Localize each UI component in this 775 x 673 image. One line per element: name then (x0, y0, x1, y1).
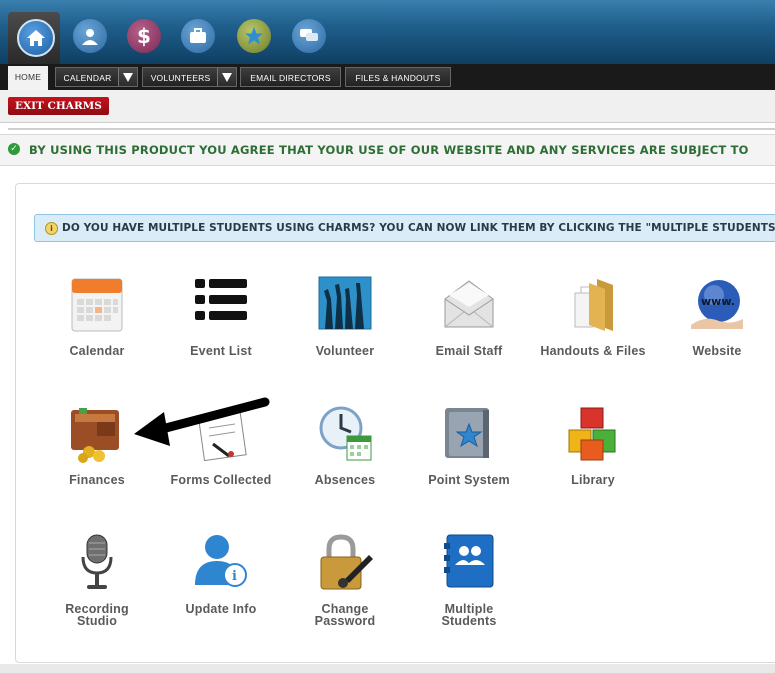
info-icon: i (45, 222, 58, 235)
svg-text:i: i (232, 569, 237, 584)
briefcase-icon[interactable] (181, 19, 215, 53)
tile-website[interactable]: www. Website (657, 275, 775, 357)
tile-label: Calendar (69, 344, 125, 358)
tile-label: Email Staff (435, 344, 503, 358)
footer-strip (0, 664, 775, 673)
annotation-arrow-icon (134, 397, 270, 446)
divider (8, 128, 775, 130)
agreement-banner: ✓ BY USING THIS PRODUCT YOU AGREE THAT Y… (0, 134, 775, 166)
calendar-icon (67, 275, 127, 335)
user-info-icon: i (191, 533, 251, 593)
star-folder-icon (439, 404, 499, 464)
chevron-down-icon[interactable] (118, 68, 137, 86)
tile-label: Event List (190, 344, 252, 358)
tile-multiple-students[interactable]: Multiple Students (409, 533, 529, 627)
info-banner: i DO YOU HAVE MULTIPLE STUDENTS USING CH… (34, 214, 775, 242)
tile-library[interactable]: Library (533, 404, 653, 486)
tile-label: Change Password (314, 602, 376, 628)
star-icon[interactable] (237, 19, 271, 53)
tile-recording-studio[interactable]: Recording Studio (37, 533, 157, 627)
check-circle-icon: ✓ (8, 143, 20, 155)
tile-change-password[interactable]: Change Password (285, 533, 405, 627)
tile-label: Absences (314, 473, 376, 487)
tile-volunteer[interactable]: Volunteer (285, 275, 405, 357)
tab-calendar-label: CALENDAR (63, 73, 112, 83)
tile-label: Website (692, 344, 742, 358)
clock-icon (315, 404, 375, 464)
raised-hands-icon (315, 275, 375, 335)
top-nav-bar: $ (0, 0, 775, 64)
dollar-glyph: $ (137, 24, 151, 48)
tile-label: Handouts & Files (540, 344, 646, 358)
tile-label: Point System (428, 473, 510, 487)
tab-email-directors[interactable]: EMAIL DIRECTORS (240, 67, 341, 87)
students-icon (439, 533, 499, 593)
tile-update-info[interactable]: i Update Info (161, 533, 281, 615)
tab-volunteers[interactable]: VOLUNTEERS (142, 67, 237, 87)
tile-label: Forms Collected (170, 473, 272, 487)
tab-home[interactable]: HOME (8, 66, 48, 90)
list-icon (191, 275, 251, 335)
agreement-text: BY USING THIS PRODUCT YOU AGREE THAT YOU… (29, 143, 749, 157)
wallet-icon (67, 404, 127, 464)
profile-icon[interactable] (73, 19, 107, 53)
tile-label: Update Info (185, 602, 257, 616)
globe-icon: www. (687, 275, 747, 335)
chevron-down-icon[interactable] (217, 68, 236, 86)
tile-handouts-files[interactable]: Handouts & Files (533, 275, 653, 357)
svg-text:www.: www. (701, 295, 735, 308)
tab-files-handouts[interactable]: FILES & HANDOUTS (345, 67, 451, 87)
exit-charms-button[interactable]: EXIT CHARMS (8, 97, 109, 115)
blocks-icon (563, 404, 623, 464)
tab-bar: HOME CALENDAR VOLUNTEERS EMAIL DIRECTORS… (0, 64, 775, 90)
tile-absences[interactable]: Absences (285, 404, 405, 486)
info-text: DO YOU HAVE MULTIPLE STUDENTS USING CHAR… (62, 222, 775, 234)
tile-label: Library (571, 473, 615, 487)
tile-label: Finances (69, 473, 125, 487)
tile-label: Recording Studio (65, 602, 129, 628)
padlock-icon (315, 533, 375, 593)
tab-volunteers-label: VOLUNTEERS (150, 73, 211, 83)
tile-point-system[interactable]: Point System (409, 404, 529, 486)
dollar-icon[interactable]: $ (127, 19, 161, 53)
home-tab[interactable] (8, 12, 60, 64)
tile-label: Volunteer (315, 344, 375, 358)
tile-event-list[interactable]: Event List (161, 275, 281, 357)
tile-calendar[interactable]: Calendar (37, 275, 157, 357)
envelope-icon (439, 275, 499, 335)
folder-icon (563, 275, 623, 335)
action-bar (0, 90, 775, 123)
microphone-icon (67, 533, 127, 593)
tile-email-staff[interactable]: Email Staff (409, 275, 529, 357)
home-icon (17, 19, 55, 57)
chat-icon[interactable] (292, 19, 326, 53)
tab-calendar[interactable]: CALENDAR (55, 67, 138, 87)
tile-label: Multiple Students (441, 602, 497, 628)
